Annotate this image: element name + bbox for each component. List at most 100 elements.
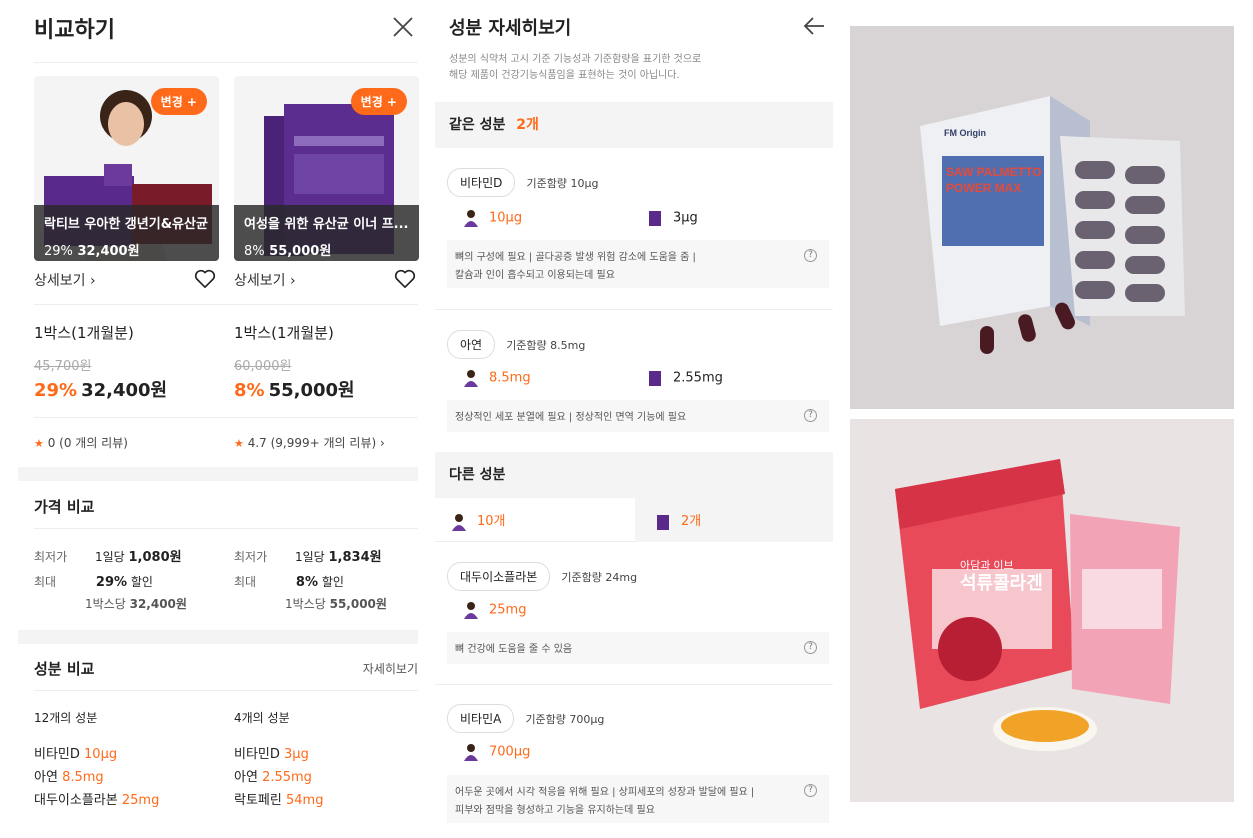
divider: [34, 528, 418, 529]
product-photo-saw-palmetto: FM Origin SAW PALMETTO POWER MAX: [850, 26, 1234, 409]
product-text: SAW PALMETTO: [946, 165, 1042, 179]
ingredient-pill: 비타민A: [447, 704, 515, 733]
ingredient-count-2: 4개의 성분: [234, 711, 290, 725]
card-caption: 락티브 우아한 갱년기&유산균 29% 32,400원: [34, 205, 219, 261]
card-discount: 29%: [44, 244, 73, 259]
divider: [435, 309, 833, 310]
detail-link-2[interactable]: 상세보기 ›: [234, 270, 296, 290]
ingredient-pill: 대두이소플라본: [447, 562, 551, 591]
different-ingredient-header: 다른 성분: [435, 452, 833, 498]
change-button[interactable]: 변경 +: [150, 88, 207, 115]
per-box-1: 1박스당 32,400원: [85, 597, 187, 611]
compare-panel: 비교하기 변경 + 락티브 우아한 갱년기&유산균 29% 32,400원 변경…: [18, 0, 419, 838]
card-price: 32,400원: [77, 244, 140, 259]
tab-product-2[interactable]: 2개: [635, 498, 833, 542]
divider: [34, 62, 418, 63]
detail-link-1[interactable]: 상세보기 ›: [34, 270, 96, 290]
ingredient-detail-link[interactable]: 자세히보기: [363, 660, 418, 677]
change-button[interactable]: 변경 +: [350, 88, 407, 115]
amount-product-1: 8.5mg: [463, 369, 531, 387]
product-avatar-icon: [452, 513, 466, 531]
product-avatar-icon: [464, 602, 478, 619]
ingredient-item: 비타민D 기준함량 10μg: [447, 168, 829, 197]
max-discount-2: 최대 8% 할인: [234, 575, 344, 590]
brand-text: FM Origin: [944, 128, 986, 138]
section-gap: [18, 630, 418, 644]
brand-text: 아담과 이브: [960, 559, 1014, 572]
card-caption: 여성을 위한 유산균 이너 프... 8% 55,000원: [234, 205, 419, 261]
page-title: 비교하기: [34, 18, 115, 43]
divider: [34, 304, 418, 305]
product-avatar-icon: [464, 370, 478, 387]
ingredient-row: 비타민D 10μg: [34, 747, 118, 762]
divider: [34, 417, 418, 418]
ingredient-item: 아연 기준함량 8.5mg: [447, 330, 829, 359]
product-avatar-icon: [464, 744, 478, 761]
ingredient-description: 정상적인 세포 분열에 필요 | 정상적인 면역 기능에 필요 ?: [447, 400, 829, 432]
ingredient-pill: 아연: [447, 330, 496, 359]
per-box-2: 1박스당 55,000원: [285, 597, 387, 611]
ingredient-pill: 비타민D: [447, 168, 516, 197]
card-product-name: 여성을 위한 유산균 이너 프...: [244, 217, 409, 232]
help-icon[interactable]: ?: [804, 641, 817, 654]
detail-title: 성분 자세히보기: [449, 18, 572, 39]
ingredient-row: 아연 8.5mg: [34, 770, 104, 785]
lowest-price-2: 최저가 1일당 1,834원: [234, 550, 382, 565]
svg-text:POWER MAX: POWER MAX: [946, 181, 1021, 195]
ingredient-item: 비타민A 기준함량 700μg: [447, 704, 829, 733]
same-ingredient-header: 같은 성분 2개: [435, 102, 833, 148]
product-avatar-icon: [464, 210, 478, 227]
max-discount-1: 최대 29% 할인: [34, 575, 153, 590]
amount-product-1: 700μg: [463, 743, 530, 761]
sale-price-1: 29% 32,400원: [34, 380, 168, 401]
ingredient-row: 아연 2.55mg: [234, 770, 312, 785]
product-card-1[interactable]: 변경 + 락티브 우아한 갱년기&유산균 29% 32,400원: [34, 76, 219, 261]
ingredient-detail-panel: 성분 자세히보기 성분의 식약처 고시 기준 기능성과 기준함량을 표기한 것으…: [435, 0, 833, 838]
product-box-icon: [649, 211, 661, 226]
product-text: 석류콜라겐: [960, 573, 1043, 593]
ingredient-description: 어두운 곳에서 시각 적응을 위해 필요 | 상피세포의 성장과 발달에 필요 …: [447, 775, 829, 823]
original-price-2: 60,000원: [234, 359, 292, 374]
star-icon: ★: [234, 437, 244, 450]
product-card-2[interactable]: 변경 + 여성을 위한 유산균 이너 프... 8% 55,000원: [234, 76, 419, 261]
notice-text: 성분의 식약처 고시 기준 기능성과 기준함량을 표기한 것으로 해당 제품이 …: [449, 54, 702, 81]
section-gap: [18, 467, 418, 481]
ingredient-row: 대두이소플라본 25mg: [34, 793, 160, 808]
amount-product-1: 10μg: [463, 209, 522, 227]
amount-product-2: 2.55mg: [647, 369, 723, 387]
tab-product-1[interactable]: 10개: [435, 498, 635, 542]
ingredient-row: 락토페린 54mg: [234, 793, 324, 808]
price-compare-title: 가격 비교: [34, 498, 95, 516]
heart-icon[interactable]: [394, 269, 416, 289]
amount-product-1: 25mg: [463, 601, 526, 619]
help-icon[interactable]: ?: [804, 784, 817, 797]
help-icon[interactable]: ?: [804, 249, 817, 262]
divider: [435, 684, 833, 685]
ingredient-count-1: 12개의 성분: [34, 711, 98, 725]
review-summary-2[interactable]: ★ 4.7 (9,999+ 개의 리뷰) ›: [234, 434, 385, 451]
star-icon: ★: [34, 437, 44, 450]
card-discount: 8%: [244, 244, 265, 259]
product-box-icon: [649, 371, 661, 386]
sale-price-2: 8% 55,000원: [234, 380, 355, 401]
original-price-1: 45,700원: [34, 359, 92, 374]
heart-icon[interactable]: [194, 269, 216, 289]
review-summary-1: ★ 0 (0 개의 리뷰): [34, 436, 128, 450]
box-label-2: 1박스(1개월분): [234, 324, 334, 342]
ingredient-compare-title: 성분 비교: [34, 660, 95, 678]
ingredient-item: 대두이소플라본 기준함량 24mg: [447, 562, 829, 591]
ingredient-description: 뼈의 구성에 필요 | 골다공증 발생 위험 감소에 도움을 줌 | 칼슘과 인…: [447, 240, 829, 288]
ingredient-description: 뼈 건강에 도움을 줄 수 있음 ?: [447, 632, 829, 664]
card-product-name: 락티브 우아한 갱년기&유산균: [44, 217, 208, 232]
divider: [34, 690, 418, 691]
back-arrow-icon[interactable]: [803, 16, 825, 36]
product-box-icon: [657, 514, 669, 530]
close-icon[interactable]: [392, 16, 414, 38]
ingredient-row: 비타민D 3μg: [234, 747, 309, 762]
card-price: 55,000원: [269, 244, 332, 259]
help-icon[interactable]: ?: [804, 409, 817, 422]
lowest-price-1: 최저가 1일당 1,080원: [34, 550, 182, 565]
amount-product-2: 3μg: [647, 209, 698, 227]
box-label-1: 1박스(1개월분): [34, 324, 134, 342]
product-photo-pomegranate-collagen: 아담과 이브 석류콜라겐: [850, 419, 1234, 802]
